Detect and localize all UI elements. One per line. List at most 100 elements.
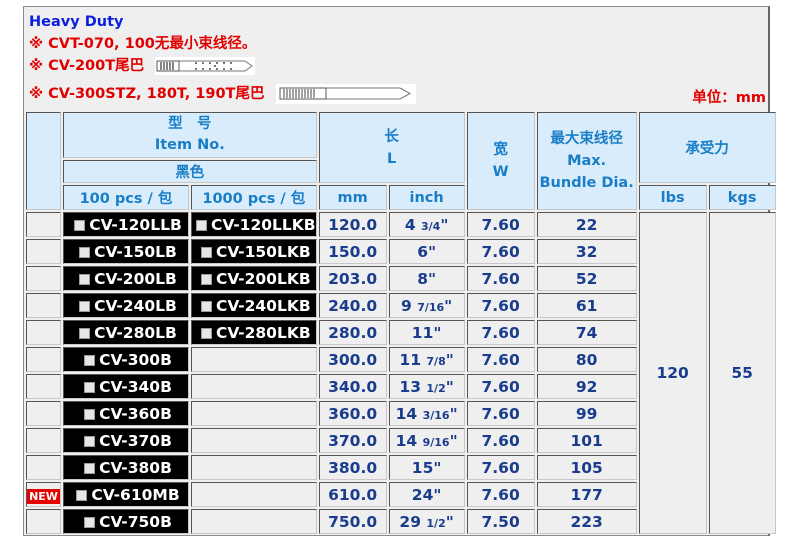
inch-whole: 29 bbox=[399, 512, 421, 531]
inch-whole: 11 bbox=[399, 350, 421, 369]
note-min-bundle: ※ CVT-070, 100无最小束线径。 bbox=[29, 36, 257, 52]
item-100pcs[interactable]: CV-300B bbox=[63, 347, 189, 372]
select-checkbox[interactable] bbox=[200, 327, 212, 339]
width-value: 7.60 bbox=[466, 482, 535, 507]
length-inch: 24" bbox=[388, 482, 465, 507]
width-value: 7.50 bbox=[466, 509, 535, 534]
length-inch: 9 7/16" bbox=[388, 293, 465, 318]
header-max-bundle-dia: 最大束线径 Max. Bundle Dia. bbox=[536, 112, 637, 210]
select-checkbox[interactable] bbox=[79, 300, 91, 312]
item-100pcs[interactable]: CV-280LB bbox=[63, 320, 189, 345]
tensile-lbs: 120 bbox=[638, 212, 707, 534]
item-1000pcs[interactable]: CV-150LKB bbox=[191, 239, 317, 264]
length-inch: 14 3/16" bbox=[388, 401, 465, 426]
item-code: CV-370B bbox=[99, 431, 172, 450]
inch-whole: 15 bbox=[411, 458, 434, 477]
select-checkbox[interactable] bbox=[200, 300, 212, 312]
item-100pcs[interactable]: CV-750B bbox=[63, 509, 189, 534]
new-badge: NEW bbox=[27, 489, 60, 504]
item-1000pcs-empty bbox=[191, 401, 317, 426]
width-value: 7.60 bbox=[466, 455, 535, 480]
item-100pcs[interactable]: CV-120LLB bbox=[63, 212, 189, 237]
length-mm: 150.0 bbox=[318, 239, 387, 264]
width-value: 7.60 bbox=[466, 347, 535, 372]
max-bundle-dia: 32 bbox=[536, 239, 637, 264]
length-inch: 11 7/8" bbox=[388, 347, 465, 372]
row-badge-cell bbox=[26, 455, 61, 480]
width-value: 7.60 bbox=[466, 293, 535, 318]
item-code: CV-240LB bbox=[94, 296, 177, 315]
select-checkbox[interactable] bbox=[84, 462, 96, 474]
select-checkbox[interactable] bbox=[79, 327, 91, 339]
length-inch: 29 1/2" bbox=[388, 509, 465, 534]
item-code: CV-300B bbox=[99, 350, 172, 369]
item-100pcs[interactable]: CV-240LB bbox=[63, 293, 189, 318]
item-100pcs[interactable]: CV-360B bbox=[63, 401, 189, 426]
note-cv200t-tail: ※ CV-200T尾巴 bbox=[29, 57, 256, 75]
header-width: 宽 W bbox=[466, 112, 535, 210]
length-mm: 370.0 bbox=[318, 428, 387, 453]
inch-whole: 9 bbox=[400, 296, 412, 315]
select-checkbox[interactable] bbox=[84, 516, 96, 528]
item-100pcs[interactable]: CV-150LB bbox=[63, 239, 189, 264]
item-100pcs[interactable]: CV-610MB bbox=[63, 482, 189, 507]
item-code: CV-610MB bbox=[91, 485, 180, 504]
length-mm: 120.0 bbox=[318, 212, 387, 237]
header-length-cn: 长 bbox=[384, 128, 399, 145]
select-checkbox[interactable] bbox=[84, 354, 96, 366]
select-checkbox[interactable] bbox=[79, 246, 91, 258]
item-1000pcs-empty bbox=[191, 428, 317, 453]
header-width-en: W bbox=[492, 164, 509, 180]
row-badge-cell bbox=[26, 428, 61, 453]
select-checkbox[interactable] bbox=[84, 381, 96, 393]
header-item-en: Item No. bbox=[154, 137, 225, 153]
item-code: CV-200LB bbox=[94, 269, 177, 288]
header-item-cn: 型 号 bbox=[168, 116, 212, 132]
row-badge-cell bbox=[26, 212, 61, 237]
item-100pcs[interactable]: CV-340B bbox=[63, 374, 189, 399]
header-length-en: L bbox=[387, 150, 397, 167]
select-checkbox[interactable] bbox=[196, 219, 207, 231]
max-bundle-dia: 223 bbox=[536, 509, 637, 534]
item-code: CV-340B bbox=[99, 377, 172, 396]
select-checkbox[interactable] bbox=[76, 489, 88, 501]
cable-tie-tail-image-200t bbox=[155, 57, 256, 75]
item-1000pcs[interactable]: CV-200LKB bbox=[191, 266, 317, 291]
inch-fraction: 1/2 bbox=[426, 381, 446, 395]
item-code: CV-240LKB bbox=[215, 296, 311, 315]
select-checkbox[interactable] bbox=[84, 435, 96, 447]
max-bundle-dia: 80 bbox=[536, 347, 637, 372]
header-inch: inch bbox=[388, 185, 465, 210]
header-pack-100: 100 pcs / 包 bbox=[63, 185, 189, 210]
width-value: 7.60 bbox=[466, 266, 535, 291]
inch-whole: 8 bbox=[417, 269, 428, 288]
inch-whole: 24 bbox=[411, 485, 434, 504]
width-value: 7.60 bbox=[466, 428, 535, 453]
length-mm: 300.0 bbox=[318, 347, 387, 372]
row-badge-cell: NEW bbox=[26, 482, 61, 507]
item-100pcs[interactable]: CV-380B bbox=[63, 455, 189, 480]
length-mm: 203.0 bbox=[318, 266, 387, 291]
width-value: 7.60 bbox=[466, 401, 535, 426]
select-checkbox[interactable] bbox=[200, 273, 212, 285]
item-1000pcs[interactable]: CV-280LKB bbox=[191, 320, 317, 345]
header-item-no: 型 号 Item No. bbox=[63, 112, 317, 158]
length-inch: 13 1/2" bbox=[388, 374, 465, 399]
inch-fraction: 1/2 bbox=[426, 516, 446, 530]
length-mm: 240.0 bbox=[318, 293, 387, 318]
inch-whole: 14 bbox=[395, 431, 418, 450]
item-1000pcs[interactable]: CV-240LKB bbox=[191, 293, 317, 318]
length-inch: 15" bbox=[388, 455, 465, 480]
item-100pcs[interactable]: CV-370B bbox=[63, 428, 189, 453]
item-code: CV-120LLKB bbox=[211, 215, 316, 234]
row-badge-cell bbox=[26, 347, 61, 372]
select-checkbox[interactable] bbox=[200, 246, 212, 258]
item-1000pcs-empty bbox=[191, 455, 317, 480]
table-row: CV-120LLB CV-120LLKB 120.0 4 3/4" 7.60 22 120 5… bbox=[26, 212, 776, 534]
select-checkbox[interactable] bbox=[74, 219, 86, 231]
select-checkbox[interactable] bbox=[84, 408, 96, 420]
row-badge-cell bbox=[26, 320, 61, 345]
item-1000pcs[interactable]: CV-120LLKB bbox=[191, 212, 317, 237]
select-checkbox[interactable] bbox=[79, 273, 91, 285]
item-100pcs[interactable]: CV-200LB bbox=[63, 266, 189, 291]
